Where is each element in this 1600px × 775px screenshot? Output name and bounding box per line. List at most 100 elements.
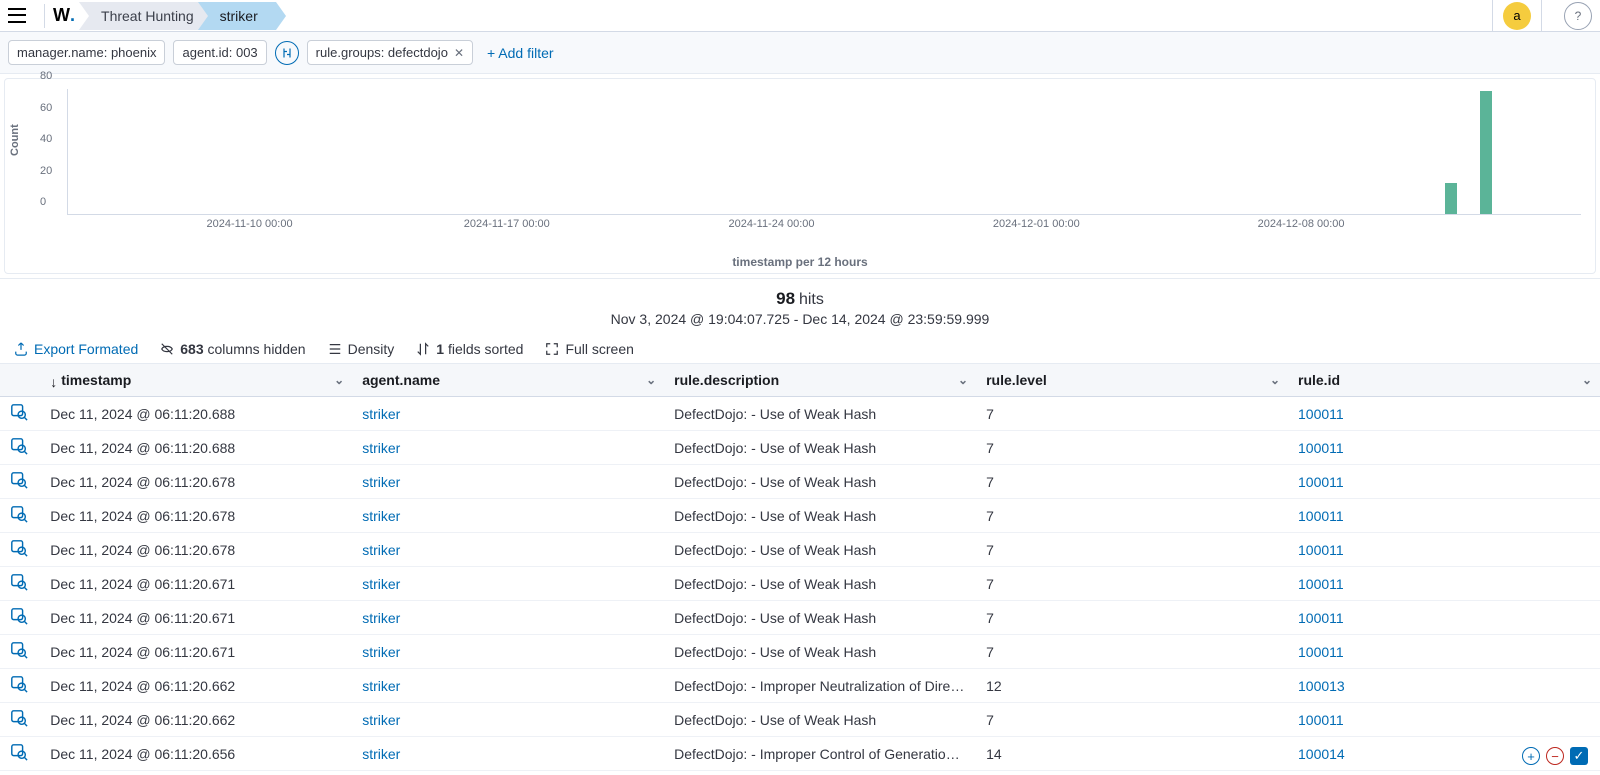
rule-level-cell: 14 <box>976 737 1288 771</box>
menu-icon[interactable] <box>8 6 28 26</box>
rule-id-cell[interactable]: 100011 <box>1288 703 1600 737</box>
columns-hidden-button[interactable]: 683 columns hidden <box>160 341 305 357</box>
agent-name-cell[interactable]: striker <box>352 397 664 431</box>
breadcrumb-agent[interactable]: striker <box>198 2 276 30</box>
chart-y-tick: 40 <box>40 133 52 145</box>
results-table: ↓timestamp⌄agent.name⌄rule.description⌄r… <box>0 364 1600 771</box>
chart-y-tick: 80 <box>40 70 52 82</box>
export-button[interactable]: Export Formated <box>14 341 138 357</box>
rule-id-cell[interactable]: 100011 <box>1288 465 1600 499</box>
agent-name-cell[interactable]: striker <box>352 601 664 635</box>
table-header-agent-name[interactable]: agent.name⌄ <box>352 364 664 397</box>
table-header-rule-level[interactable]: rule.level⌄ <box>976 364 1288 397</box>
rule-id-cell[interactable]: 100013 <box>1288 669 1600 703</box>
timestamp-cell: Dec 11, 2024 @ 06:11:20.671 <box>40 567 352 601</box>
agent-name-cell[interactable]: striker <box>352 431 664 465</box>
inspect-icon[interactable] <box>10 743 28 761</box>
chart-panel: Count 0204060802024-11-10 00:002024-11-1… <box>4 78 1596 274</box>
table-row: Dec 11, 2024 @ 06:11:20.671strikerDefect… <box>0 567 1600 601</box>
filter-pill-agent-id[interactable]: agent.id: 003 <box>173 40 266 65</box>
filter-label: rule.groups: defectdojo <box>316 45 448 60</box>
rule-description-cell: DefectDojo: - Improper Neutralization of… <box>664 669 976 703</box>
filter-bar: manager.name: phoenix agent.id: 003 rule… <box>0 32 1600 74</box>
inspect-icon[interactable] <box>10 539 28 557</box>
table-body: Dec 11, 2024 @ 06:11:20.688strikerDefect… <box>0 397 1600 771</box>
breadcrumb-threat-hunting[interactable]: Threat Hunting <box>79 2 212 30</box>
inspect-icon[interactable] <box>10 573 28 591</box>
agent-name-cell[interactable]: striker <box>352 567 664 601</box>
agent-name-cell[interactable]: striker <box>352 533 664 567</box>
inspect-icon[interactable] <box>10 505 28 523</box>
help-icon[interactable]: ? <box>1564 2 1592 30</box>
chevron-down-icon[interactable]: ⌄ <box>646 373 656 387</box>
rule-description-cell: DefectDojo: - Use of Weak Hash <box>664 499 976 533</box>
rule-id-cell[interactable]: 100011 <box>1288 567 1600 601</box>
density-button[interactable]: Density <box>328 341 395 357</box>
agent-name-cell[interactable]: striker <box>352 703 664 737</box>
rule-id-cell[interactable]: 100011 <box>1288 499 1600 533</box>
rule-id-cell[interactable]: 100011 <box>1288 533 1600 567</box>
filter-pill-manager-name[interactable]: manager.name: phoenix <box>8 40 165 65</box>
avatar[interactable]: a <box>1503 2 1531 30</box>
rule-id-cell[interactable]: 100011 <box>1288 601 1600 635</box>
chart-bar[interactable] <box>1480 91 1492 214</box>
chevron-down-icon[interactable]: ⌄ <box>1582 373 1592 387</box>
inspect-icon[interactable] <box>10 471 28 489</box>
fullscreen-button[interactable]: Full screen <box>545 341 633 357</box>
divider <box>1492 0 1493 32</box>
add-action-icon[interactable]: + <box>1522 747 1540 765</box>
table-header-row: ↓timestamp⌄agent.name⌄rule.description⌄r… <box>0 364 1600 397</box>
chart-bar[interactable] <box>1445 183 1457 215</box>
timestamp-cell: Dec 11, 2024 @ 06:11:20.678 <box>40 499 352 533</box>
agent-name-cell[interactable]: striker <box>352 669 664 703</box>
remove-action-icon[interactable]: − <box>1546 747 1564 765</box>
add-filter-button[interactable]: + Add filter <box>481 41 560 65</box>
agent-name-cell[interactable]: striker <box>352 499 664 533</box>
chart-x-tick: 2024-12-01 00:00 <box>993 218 1080 230</box>
chevron-down-icon[interactable]: ⌄ <box>334 373 344 387</box>
row-inspect-cell <box>0 431 40 465</box>
table-row: Dec 11, 2024 @ 06:11:20.678strikerDefect… <box>0 533 1600 567</box>
export-label: Export Formated <box>34 341 138 357</box>
inspect-icon[interactable] <box>10 437 28 455</box>
table-row: Dec 11, 2024 @ 06:11:20.662strikerDefect… <box>0 669 1600 703</box>
chart-x-axis-label: timestamp per 12 hours <box>19 255 1581 269</box>
filter-settings-icon[interactable] <box>275 41 299 65</box>
inspect-icon[interactable] <box>10 709 28 727</box>
confirm-action-icon[interactable]: ✓ <box>1570 747 1588 765</box>
chevron-down-icon[interactable]: ⌄ <box>958 373 968 387</box>
inspect-icon[interactable] <box>10 607 28 625</box>
timestamp-cell: Dec 11, 2024 @ 06:11:20.662 <box>40 669 352 703</box>
inspect-icon[interactable] <box>10 675 28 693</box>
table-header-rule-description[interactable]: rule.description⌄ <box>664 364 976 397</box>
row-inspect-cell <box>0 533 40 567</box>
agent-name-cell[interactable]: striker <box>352 635 664 669</box>
rule-id-cell[interactable]: 100011 <box>1288 431 1600 465</box>
rule-id-cell[interactable]: 100011 <box>1288 635 1600 669</box>
inspect-icon[interactable] <box>10 403 28 421</box>
close-icon[interactable]: ✕ <box>454 46 464 60</box>
chevron-down-icon[interactable]: ⌄ <box>1270 373 1280 387</box>
table-row: Dec 11, 2024 @ 06:11:20.678strikerDefect… <box>0 465 1600 499</box>
timestamp-cell: Dec 11, 2024 @ 06:11:20.671 <box>40 601 352 635</box>
table-row: Dec 11, 2024 @ 06:11:20.662strikerDefect… <box>0 703 1600 737</box>
rule-level-cell: 7 <box>976 499 1288 533</box>
agent-name-cell[interactable]: striker <box>352 737 664 771</box>
table-header-timestamp[interactable]: ↓timestamp⌄ <box>40 364 352 397</box>
rule-level-cell: 7 <box>976 635 1288 669</box>
rule-description-cell: DefectDojo: - Use of Weak Hash <box>664 431 976 465</box>
agent-name-cell[interactable]: striker <box>352 465 664 499</box>
rule-description-cell: DefectDojo: - Use of Weak Hash <box>664 397 976 431</box>
row-inspect-cell <box>0 465 40 499</box>
chart-y-tick: 20 <box>40 165 52 177</box>
filter-pill-rule-groups[interactable]: rule.groups: defectdojo ✕ <box>307 40 473 65</box>
chart-plot[interactable]: 0204060802024-11-10 00:002024-11-17 00:0… <box>67 89 1581 215</box>
rule-level-cell: 7 <box>976 533 1288 567</box>
sort-button[interactable]: 1 fields sorted <box>416 341 523 357</box>
table-header-rule-id[interactable]: rule.id⌄ <box>1288 364 1600 397</box>
table-row: Dec 11, 2024 @ 06:11:20.656strikerDefect… <box>0 737 1600 771</box>
inspect-icon[interactable] <box>10 641 28 659</box>
rule-id-cell[interactable]: 100011 <box>1288 397 1600 431</box>
app-logo[interactable]: W. <box>53 5 75 26</box>
rule-level-cell: 7 <box>976 601 1288 635</box>
